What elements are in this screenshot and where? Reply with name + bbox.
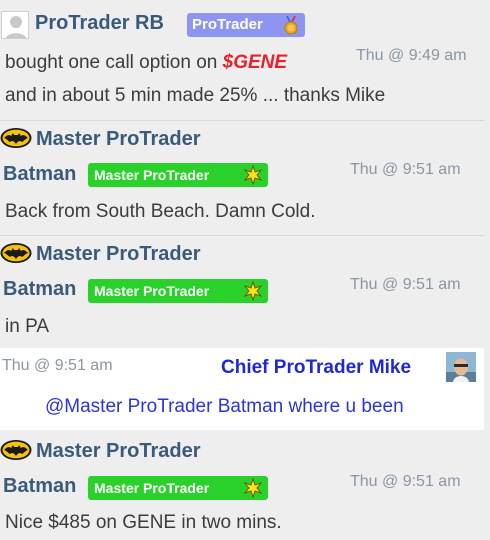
message-divider <box>0 120 484 121</box>
author-name-line1[interactable]: Master ProTrader <box>36 128 201 151</box>
sparkle-star-icon <box>243 478 263 498</box>
timestamp: Thu @ 9:51 am <box>350 161 461 178</box>
author-name[interactable]: ProTrader RB <box>35 12 164 35</box>
timestamp: Thu @ 9:51 am <box>350 276 461 293</box>
badge-label: Master ProTrader <box>94 167 210 183</box>
author-name-line2[interactable]: Batman <box>3 278 76 301</box>
author-name-line2[interactable]: Batman <box>3 163 76 186</box>
batman-logo-icon[interactable] <box>0 439 32 461</box>
author-name[interactable]: Chief ProTrader Mike <box>221 357 411 379</box>
protrader-badge: ProTrader <box>187 13 305 37</box>
badge-label: ProTrader <box>192 16 263 33</box>
timestamp: Thu @ 9:51 am <box>2 357 113 374</box>
profile-photo-icon[interactable] <box>446 352 476 382</box>
author-name-line1[interactable]: Master ProTrader <box>36 440 201 463</box>
master-protrader-badge: Master ProTrader <box>88 163 268 187</box>
message-text: Nice $485 on GENE in two mins. <box>5 512 282 533</box>
badge-label: Master ProTrader <box>94 283 210 299</box>
master-protrader-badge: Master ProTrader <box>88 279 268 303</box>
message-text-line2: and in about 5 min made 25% ... thanks M… <box>5 85 386 106</box>
master-protrader-badge: Master ProTrader <box>88 476 268 500</box>
medal-icon <box>284 16 298 35</box>
message-divider <box>0 235 484 236</box>
message-text-prefix: bought one call option on <box>5 52 223 73</box>
message-text: in PA <box>5 316 50 337</box>
message-chief-mike: Thu @ 9:51 am Chief ProTrader Mike @Mast… <box>0 348 484 430</box>
author-name-line1[interactable]: Master ProTrader <box>36 243 201 266</box>
badge-label: Master ProTrader <box>94 480 210 496</box>
message-text-line1: bought one call option on $GENE <box>5 52 287 74</box>
message-text: @Master ProTrader Batman where u been <box>45 396 404 417</box>
batman-logo-icon[interactable] <box>0 127 32 149</box>
default-avatar-icon[interactable] <box>1 11 29 39</box>
ticker-symbol-link[interactable]: $GENE <box>223 52 287 73</box>
author-name-line2[interactable]: Batman <box>3 475 76 498</box>
message-text: Back from South Beach. Damn Cold. <box>5 201 316 222</box>
sparkle-star-icon <box>243 281 263 301</box>
batman-logo-icon[interactable] <box>0 242 32 264</box>
timestamp: Thu @ 9:49 am <box>356 47 467 64</box>
timestamp: Thu @ 9:51 am <box>350 473 461 490</box>
sparkle-star-icon <box>243 165 263 185</box>
